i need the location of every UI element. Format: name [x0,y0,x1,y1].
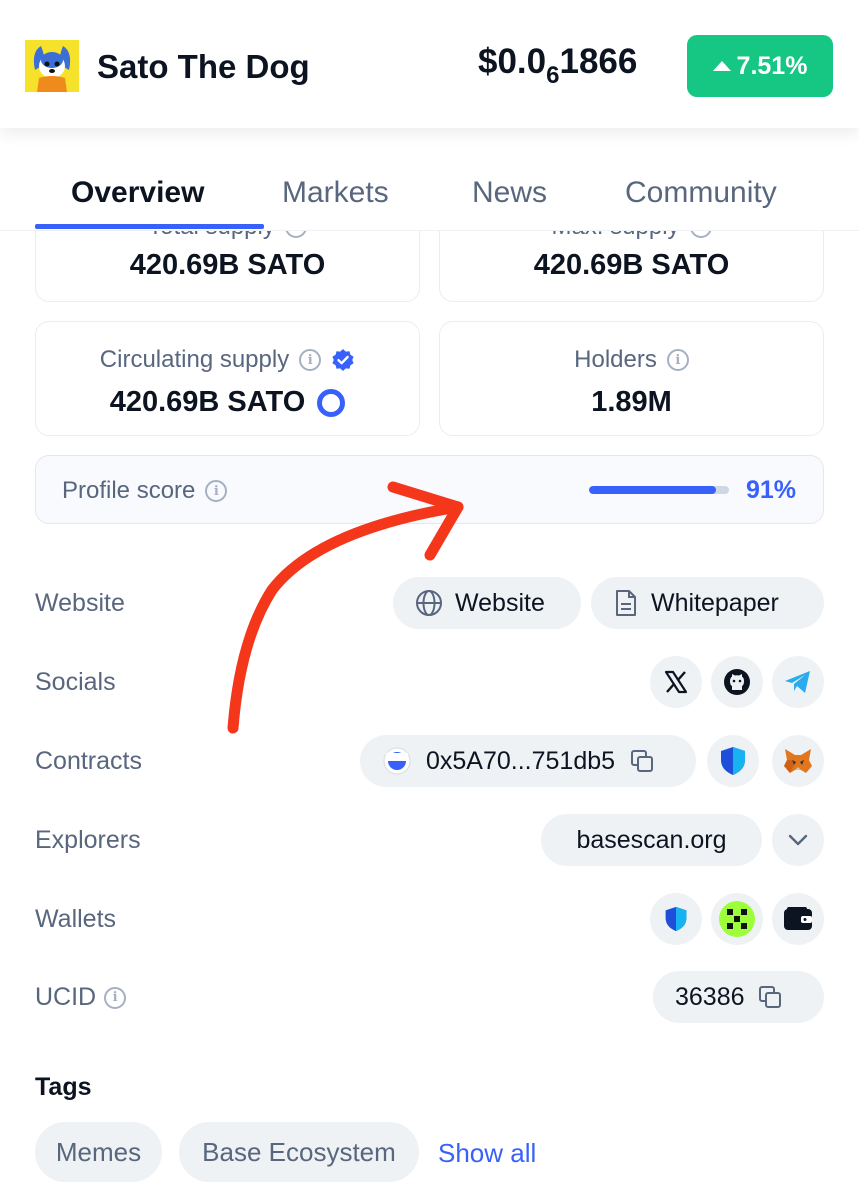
caret-up-icon [712,61,731,71]
base-chain-icon [383,747,411,775]
x-social-button[interactable] [650,656,702,708]
wallets-row-label: Wallets [35,905,117,933]
holders-label-text: Holders [574,346,657,373]
circulating-supply-label: Circulating supply i [36,346,419,374]
metamask-fox-icon [784,749,812,773]
circulating-supply-label-text: Circulating supply [99,346,290,373]
profile-score-value: 91% [746,476,797,504]
globe-icon [416,590,442,616]
info-icon[interactable]: i [666,349,689,371]
explorers-row-label: Explorers [35,826,141,854]
website-link-label: Website [455,588,545,617]
tab-bar: Overview Markets News Community [0,128,859,231]
tab-markets[interactable]: Markets [282,176,389,210]
x-icon [664,670,688,694]
price-prefix: $0.0 [478,42,547,81]
price-digits: 1866 [559,42,638,81]
profile-score-label-text: Profile score [62,477,196,504]
contract-security-button[interactable] [707,735,759,787]
explorer-name: basescan.org [576,825,727,854]
okx-wallet-icon [719,901,755,937]
coin-name: Sato The Dog [97,48,310,85]
whitepaper-link-button[interactable]: Whitepaper [591,577,824,629]
tags-title: Tags [35,1073,92,1101]
tag-base-ecosystem[interactable]: Base Ecosystem [179,1122,419,1182]
profile-score-progress-fill [589,486,717,494]
shield-icon [721,747,745,775]
price-zero-count: 6 [546,62,560,89]
holders-label: Holders i [440,346,823,374]
document-icon [616,590,636,616]
profile-score-panel: Profile score i 91% [35,455,824,524]
circulating-supply-card: Circulating supply i 420.69B SATO [35,321,420,436]
circulating-supply-value: 420.69B SATO [109,386,306,418]
ucid-row-label: UCID i [35,983,127,1012]
coin-logo [25,40,79,92]
info-icon[interactable]: i [205,480,228,502]
telegram-social-button[interactable] [772,656,824,708]
copy-icon[interactable] [629,748,655,774]
coin-header: Sato The Dog $0.061866 7.51% [0,0,859,128]
tag-memes[interactable]: Memes [35,1122,162,1182]
ucid-label-text: UCID [35,983,97,1011]
max-supply-value: 420.69B SATO [533,249,730,281]
supply-ratio-ring-icon [317,388,346,417]
tab-community[interactable]: Community [625,176,777,210]
info-icon[interactable]: i [299,349,322,371]
holders-card: Holders i 1.89M [439,321,824,436]
whitepaper-link-label: Whitepaper [651,588,779,617]
add-to-metamask-button[interactable] [772,735,824,787]
info-icon[interactable]: i [104,986,127,1009]
wallet-option-generic[interactable] [772,893,824,945]
telegram-icon [785,671,810,693]
wallet-option-okx[interactable] [711,893,763,945]
contracts-row-label: Contracts [35,747,142,775]
holders-value: 1.89M [591,386,672,418]
wallet-icon [784,907,812,930]
website-row-label: Website [35,589,125,617]
tab-overview[interactable]: Overview [71,176,204,210]
github-icon [724,669,750,695]
contract-address-pill[interactable]: 0x5A70...751db5 [360,735,696,787]
total-supply-value: 420.69B SATO [129,249,326,281]
socials-row-label: Socials [35,668,116,696]
price-change-value: 7.51% [736,51,808,80]
contract-address: 0x5A70...751db5 [426,746,616,775]
explorer-dropdown-button[interactable] [772,814,824,866]
chevron-down-icon [788,834,808,846]
profile-score-label: Profile score i [62,477,228,505]
price-change-badge: 7.51% [687,35,833,97]
active-tab-indicator [35,224,264,229]
profile-score-progress-bar [589,486,729,494]
verified-badge-icon [332,349,354,371]
circulating-supply-value-row: 420.69B SATO [36,386,419,419]
ucid-value: 36386 [675,982,745,1011]
ucid-pill[interactable]: 36386 [653,971,824,1023]
copy-icon[interactable] [757,984,783,1010]
tab-news[interactable]: News [472,176,547,210]
show-all-tags-link[interactable]: Show all [438,1138,536,1169]
shield-wallet-icon [665,906,687,932]
github-social-button[interactable] [711,656,763,708]
coin-price: $0.061866 [478,42,637,90]
website-link-button[interactable]: Website [393,577,581,629]
explorer-link-button[interactable]: basescan.org [541,814,762,866]
wallet-option-shield[interactable] [650,893,702,945]
